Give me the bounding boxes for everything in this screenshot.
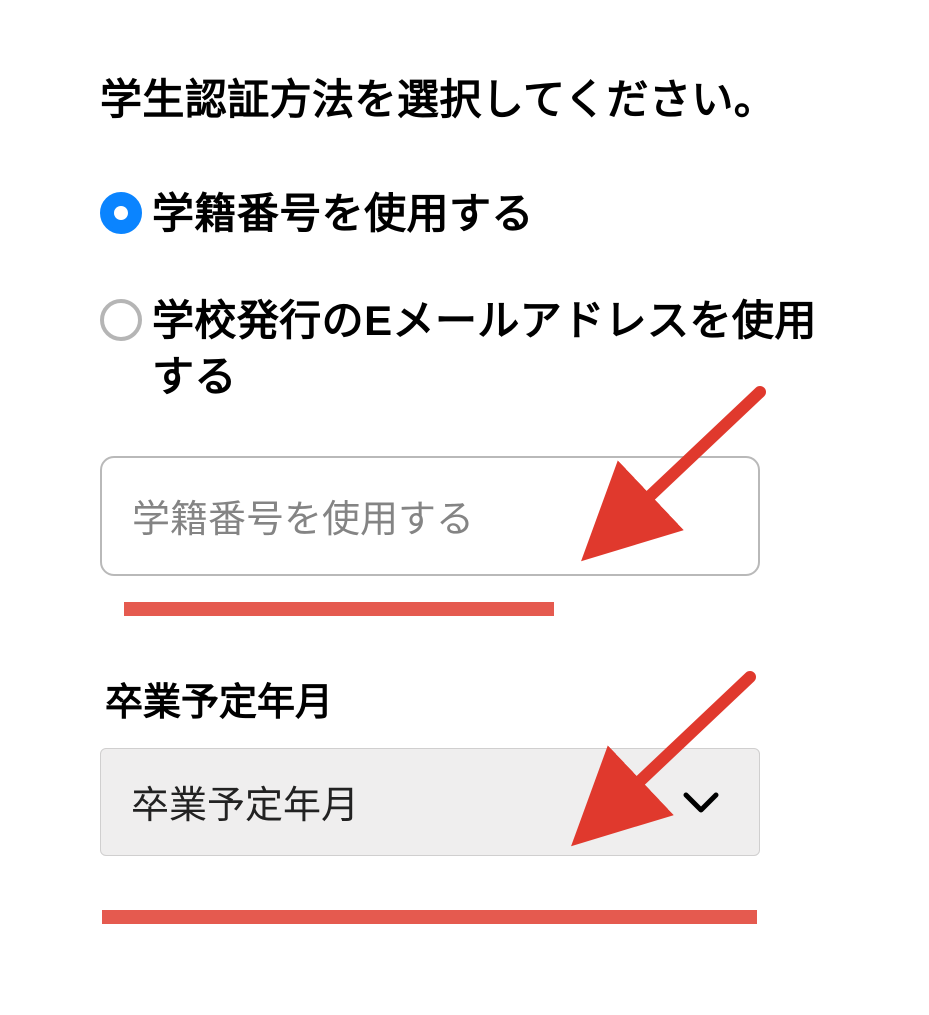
radio-icon: [100, 192, 142, 234]
annotation-highlight: [102, 910, 757, 924]
radio-option-student-id[interactable]: 学籍番号を使用する: [100, 186, 829, 243]
annotation-highlight: [124, 602, 554, 616]
verification-method-prompt: 学生認証方法を選択してください。: [100, 70, 829, 131]
graduation-date-select[interactable]: 卒業予定年月: [100, 748, 760, 856]
student-id-input[interactable]: 学籍番号を使用する: [100, 456, 760, 576]
verification-method-radio-group: 学籍番号を使用する 学校発行のEメールアドレスを使用する: [100, 186, 829, 406]
select-placeholder: 卒業予定年月: [131, 774, 359, 829]
input-placeholder: 学籍番号を使用する: [132, 488, 474, 543]
radio-label: 学校発行のEメールアドレスを使用する: [152, 293, 829, 406]
graduation-date-label: 卒業予定年月: [105, 671, 829, 726]
radio-option-school-email[interactable]: 学校発行のEメールアドレスを使用する: [100, 293, 829, 406]
chevron-down-icon: [683, 790, 719, 814]
radio-label: 学籍番号を使用する: [152, 186, 534, 243]
radio-icon: [100, 299, 142, 341]
